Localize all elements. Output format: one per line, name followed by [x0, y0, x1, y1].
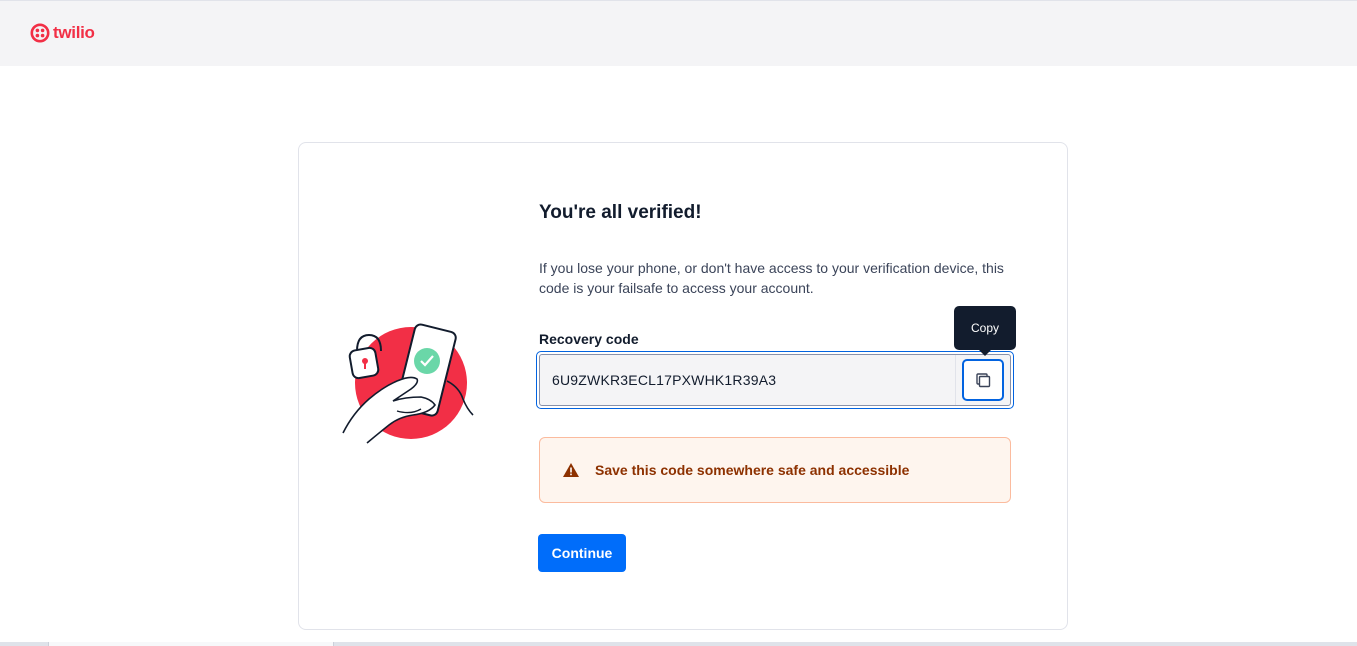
verification-card: You're all verified! If you lose your ph… — [298, 142, 1068, 630]
recovery-code-label: Recovery code — [539, 331, 639, 347]
recovery-code-field[interactable]: 6U9ZWKR3ECL17PXWHK1R39A3 — [536, 351, 1014, 409]
continue-button[interactable]: Continue — [538, 534, 626, 572]
field-divider — [955, 355, 956, 405]
recovery-code-value[interactable]: 6U9ZWKR3ECL17PXWHK1R39A3 — [540, 372, 955, 388]
copy-icon — [976, 373, 991, 388]
twilio-logo[interactable]: twilio — [30, 22, 95, 44]
card-content: You're all verified! If you lose your ph… — [536, 201, 1014, 572]
logo-wordmark: twilio — [53, 23, 95, 42]
page-title: You're all verified! — [539, 202, 702, 223]
copy-tooltip: Copy — [954, 306, 1016, 356]
recovery-code-input[interactable]: 6U9ZWKR3ECL17PXWHK1R39A3 — [539, 354, 1011, 406]
phone-verified-illustration — [342, 323, 474, 444]
warning-alert: Save this code somewhere safe and access… — [539, 437, 1011, 503]
warning-text: Save this code somewhere safe and access… — [595, 462, 910, 478]
description-text: If you lose your phone, or don't have ac… — [539, 260, 1004, 296]
bottom-tab — [48, 642, 334, 646]
top-header: twilio — [0, 0, 1357, 66]
twilio-logo-icon — [30, 23, 50, 43]
warning-triangle-icon — [563, 463, 579, 477]
copy-button[interactable] — [962, 359, 1004, 401]
